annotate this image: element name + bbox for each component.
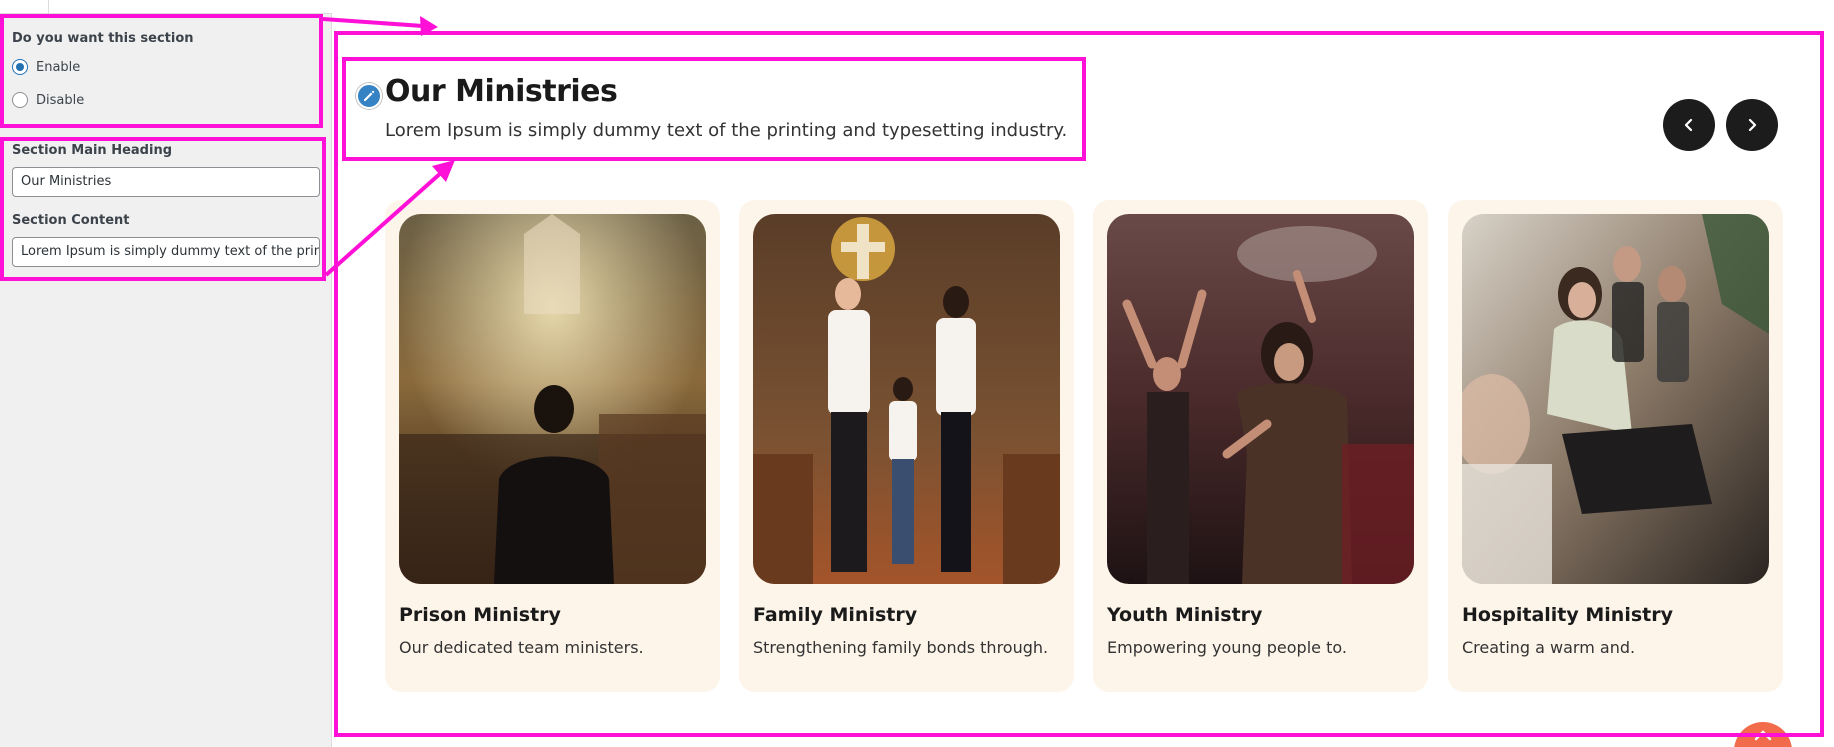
- page: Do you want this section Enable Disable …: [0, 0, 1834, 747]
- annotation-arrows: [322, 16, 455, 277]
